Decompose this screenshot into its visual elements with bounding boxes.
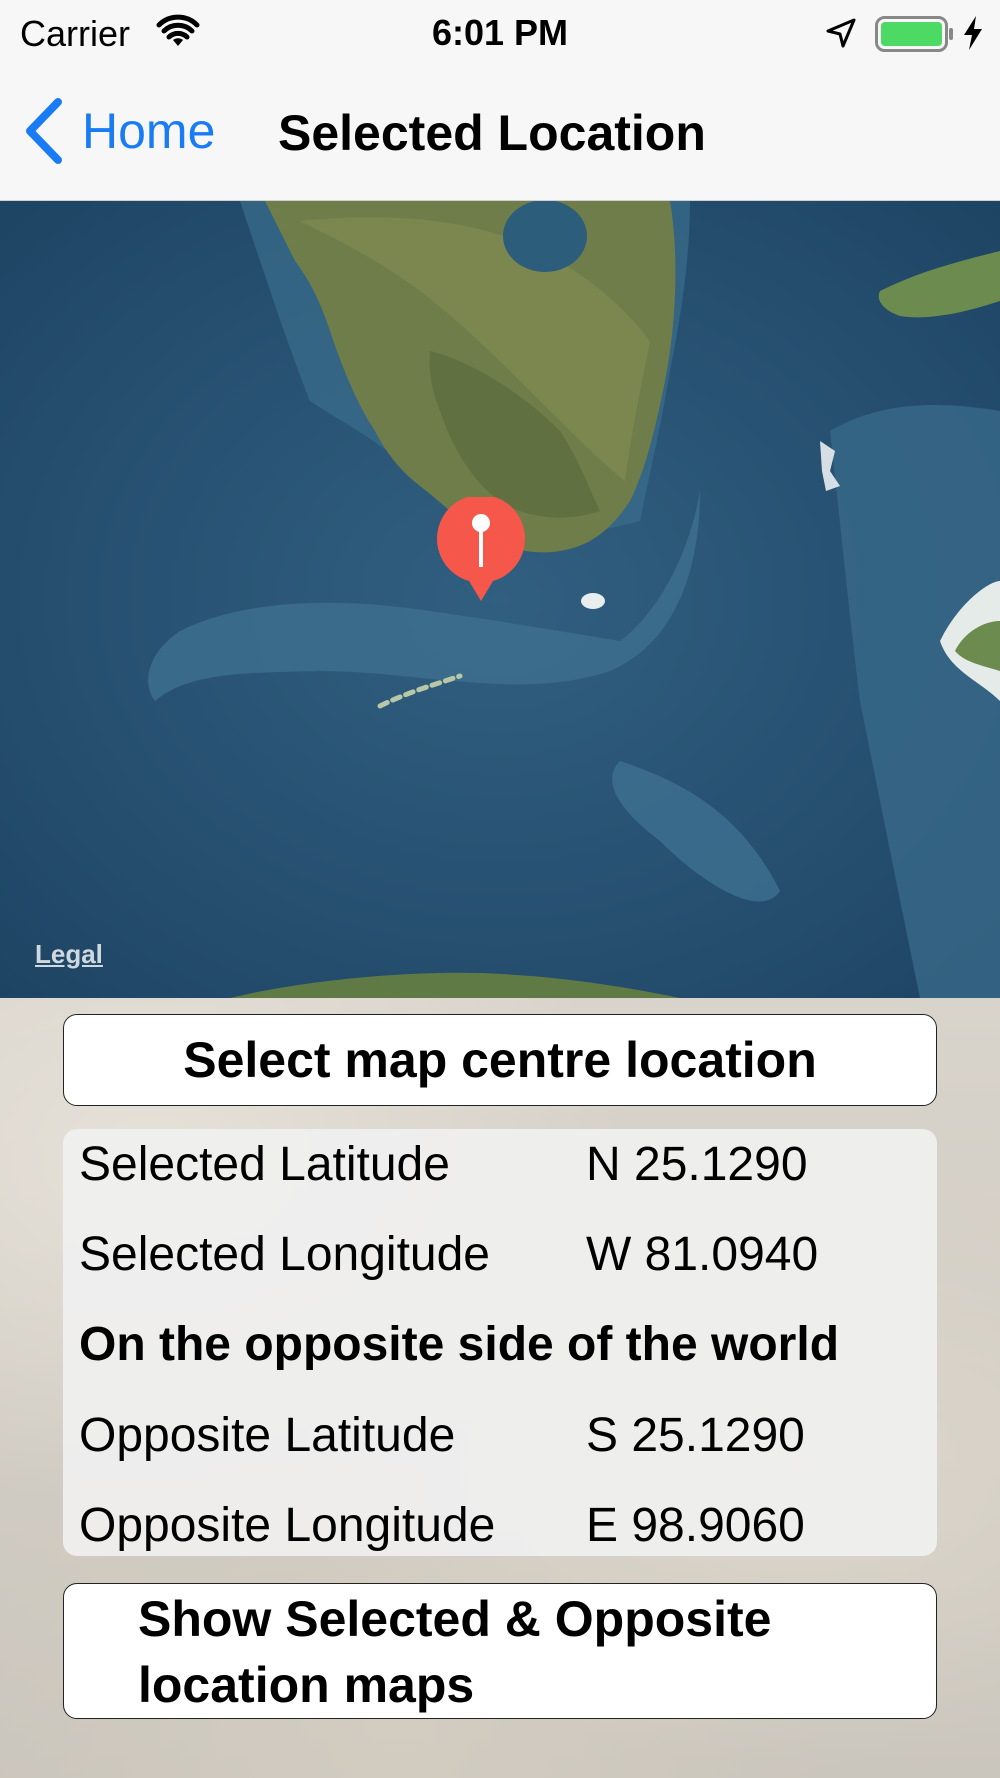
selected-longitude-label: Selected Longitude [79, 1228, 490, 1281]
navigation-bar: Home Selected Location [0, 66, 1000, 201]
opposite-side-heading: On the opposite side of the world [79, 1318, 840, 1371]
battery-icon [875, 16, 953, 52]
show-maps-label-line2: location maps [138, 1657, 475, 1713]
selected-latitude-value: N 25.1290 [586, 1138, 808, 1191]
opposite-longitude-value: E 98.9060 [586, 1499, 805, 1552]
satellite-map[interactable]: Legal [0, 201, 1000, 998]
opposite-latitude-label: Opposite Latitude [79, 1409, 456, 1462]
show-maps-label-line1: Show Selected & Opposite [138, 1591, 772, 1647]
details-panel: Select map centre location Selected Lati… [0, 998, 1000, 1778]
legal-link[interactable]: Legal [35, 939, 103, 970]
chevron-left-icon [26, 98, 62, 164]
status-bar: Carrier 6:01 PM [0, 0, 1000, 66]
location-arrow-icon [826, 18, 856, 48]
select-map-centre-button[interactable]: Select map centre location [63, 1014, 937, 1106]
back-button[interactable]: Home [24, 96, 215, 166]
back-button-label: Home [82, 103, 216, 159]
location-pin-icon[interactable] [436, 497, 526, 605]
charging-bolt-icon [964, 16, 982, 50]
selected-latitude-label: Selected Latitude [79, 1138, 450, 1191]
selected-longitude-value: W 81.0940 [586, 1228, 819, 1281]
page-title: Selected Location [278, 105, 706, 161]
opposite-longitude-label: Opposite Longitude [79, 1499, 496, 1552]
show-location-maps-button[interactable]: Show Selected & Opposite location maps [63, 1583, 937, 1719]
opposite-latitude-value: S 25.1290 [586, 1409, 805, 1462]
coordinates-card: Selected Latitude N 25.1290 Selected Lon… [63, 1129, 937, 1556]
